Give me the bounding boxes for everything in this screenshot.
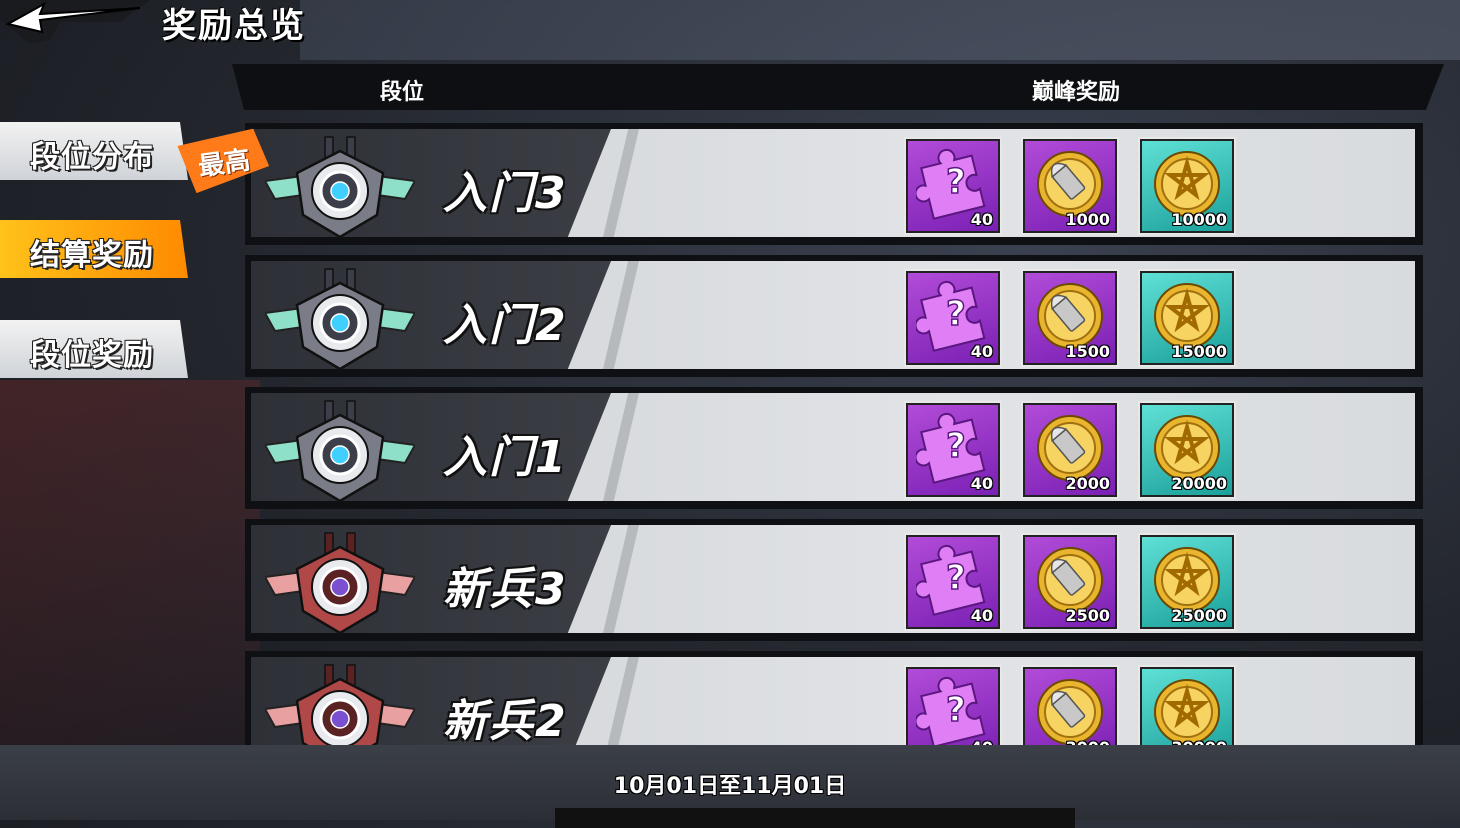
- reward-quantity: 30000: [1171, 738, 1227, 745]
- rank-row-panel: 入门3 ? 40 1000 10000: [251, 129, 1415, 237]
- reward-quantity: 40: [970, 606, 993, 625]
- reward-item[interactable]: 2500: [1023, 535, 1117, 629]
- svg-text:?: ?: [946, 294, 966, 334]
- rank-row: 入门3 ? 40 1000 10000: [245, 123, 1423, 245]
- tab-rank-rewards[interactable]: 段位奖励: [0, 320, 188, 378]
- reward-item[interactable]: 10000: [1140, 139, 1234, 233]
- reward-quantity: 40: [970, 474, 993, 493]
- silver-rank-emblem-icon: [263, 397, 417, 501]
- reward-quantity: 15000: [1171, 342, 1227, 361]
- table-header: 段位 巅峰奖励: [232, 64, 1444, 110]
- reward-item[interactable]: 30000: [1140, 667, 1234, 745]
- reward-item[interactable]: ? 40: [906, 667, 1000, 745]
- tab-label: 结算奖励: [30, 238, 154, 273]
- rank-row: 入门1 ? 40 2000 20000: [245, 387, 1423, 509]
- tab-label: 段位奖励: [30, 338, 154, 373]
- season-date-range: 10月01日至11月01日: [613, 774, 847, 799]
- rank-reward-list[interactable]: 入门3 ? 40 1000 10000 入门2 ? 40 1500 15000 入门…: [245, 120, 1425, 745]
- reward-quantity: 3000: [1065, 738, 1110, 745]
- tab-rank-distribution[interactable]: 段位分布: [0, 122, 188, 180]
- back-arrow-icon: [0, 0, 150, 44]
- bronze-rank-emblem-icon: [263, 529, 417, 633]
- column-header-rank: 段位: [380, 80, 425, 105]
- rank-row-stripe: [603, 393, 639, 501]
- rank-row-stripe: [603, 261, 639, 369]
- silver-rank-emblem-icon: [263, 133, 417, 237]
- rank-name: 新兵3: [443, 564, 568, 615]
- reward-item[interactable]: ?40: [906, 535, 1000, 629]
- rank-row-panel: 入门1 ? 40 2000 20000: [251, 393, 1415, 501]
- tab-label: 段位分布: [30, 140, 154, 175]
- bronze-rank-emblem-icon: [263, 661, 417, 745]
- rank-name: 入门1: [443, 432, 568, 483]
- rank-name: 新兵2: [443, 696, 568, 745]
- reward-quantity: 1500: [1065, 342, 1110, 361]
- rank-row-stripe: [603, 525, 639, 633]
- reward-item[interactable]: ?40: [906, 403, 1000, 497]
- rank-row-stripe: [603, 657, 639, 745]
- reward-item[interactable]: 1000: [1023, 139, 1117, 233]
- page-title: 奖励总览: [162, 6, 306, 46]
- reward-quantity: 40: [970, 342, 993, 361]
- silver-rank-emblem-icon: [263, 265, 417, 369]
- svg-text:?: ?: [946, 426, 966, 466]
- reward-item[interactable]: ?40: [906, 139, 1000, 233]
- reward-item[interactable]: ?40: [906, 271, 1000, 365]
- reward-quantity: 25000: [1171, 606, 1227, 625]
- rank-row: 新兵3 ? 40 2500 25000: [245, 519, 1423, 641]
- column-header-peak-reward: 巅峰奖励: [1032, 80, 1121, 105]
- reward-quantity: 2000: [1065, 474, 1110, 493]
- svg-text:?: ?: [946, 558, 966, 598]
- bottom-info-panel: [555, 808, 1075, 828]
- reward-item[interactable]: 15000: [1140, 271, 1234, 365]
- rank-row-panel: 新兵3 ? 40 2500 25000: [251, 525, 1415, 633]
- reward-quantity: 40: [970, 210, 993, 229]
- reward-item[interactable]: 25000: [1140, 535, 1234, 629]
- highest-rank-badge-label: 最高: [196, 145, 253, 183]
- rank-row-panel: 新兵2 ? 40 3000 30000: [251, 657, 1415, 745]
- svg-text:?: ?: [946, 690, 966, 730]
- rank-name: 入门3: [443, 168, 568, 219]
- rank-row: 新兵2 ? 40 3000 30000: [245, 651, 1423, 745]
- reward-quantity: 2500: [1065, 606, 1110, 625]
- reward-item[interactable]: 2000: [1023, 403, 1117, 497]
- reward-quantity: 40: [971, 738, 993, 745]
- back-button[interactable]: [0, 0, 150, 52]
- reward-quantity: 20000: [1171, 474, 1227, 493]
- reward-item[interactable]: 3000: [1023, 667, 1117, 745]
- rank-row-stripe: [603, 129, 639, 237]
- rank-row: 入门2 ? 40 1500 15000: [245, 255, 1423, 377]
- reward-quantity: 10000: [1171, 210, 1227, 229]
- tab-settlement-rewards[interactable]: 结算奖励: [0, 220, 188, 278]
- rank-name: 入门2: [443, 300, 568, 351]
- reward-item[interactable]: 20000: [1140, 403, 1234, 497]
- reward-item[interactable]: 1500: [1023, 271, 1117, 365]
- svg-text:?: ?: [946, 162, 966, 202]
- reward-quantity: 1000: [1065, 210, 1110, 229]
- rank-row-panel: 入门2 ? 40 1500 15000: [251, 261, 1415, 369]
- background-decoration-top: [300, 0, 1460, 60]
